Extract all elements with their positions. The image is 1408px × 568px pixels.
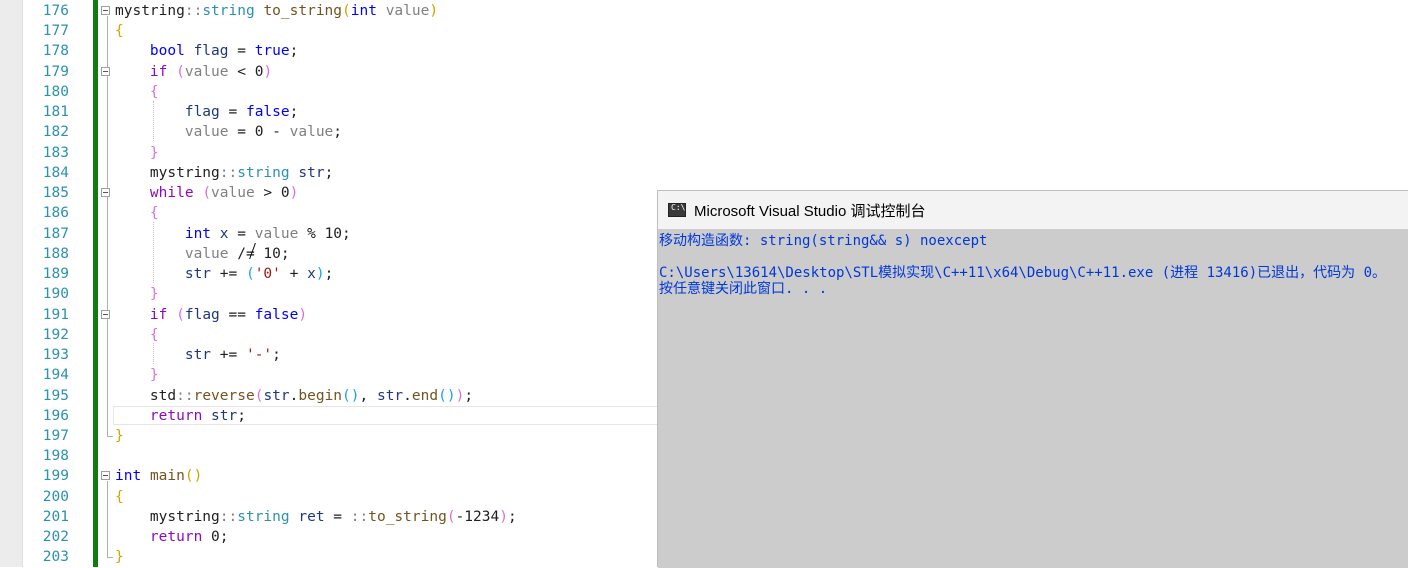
console-line: 按任意键关闭此窗口. . .	[659, 281, 828, 297]
line-number: 178	[42, 43, 69, 59]
line-number: 182	[42, 124, 69, 140]
console-line: 移动构造函数: string(string&& s) noexcept	[659, 233, 988, 249]
line-number: 179	[42, 64, 69, 80]
console-titlebar[interactable]: Microsoft Visual Studio 调试控制台	[658, 191, 1408, 229]
line-number: 195	[42, 388, 69, 404]
line-number: 189	[42, 266, 69, 282]
line-number: 193	[42, 347, 69, 363]
line-number: 187	[42, 226, 69, 242]
collapse-icon[interactable]	[101, 188, 110, 197]
console-output[interactable]: 移动构造函数: string(string&& s) noexcept C:\U…	[658, 229, 1408, 568]
code-line: 177 {	[0, 21, 1408, 41]
console-title: Microsoft Visual Studio 调试控制台	[694, 202, 926, 220]
line-number: 201	[42, 509, 69, 525]
code-line: 184 mystring::string str;	[0, 163, 1408, 183]
collapse-icon[interactable]	[101, 471, 110, 480]
line-number: 190	[42, 286, 69, 302]
line-number: 200	[42, 489, 69, 505]
line-number: 176	[42, 3, 69, 19]
debug-console-window[interactable]: Microsoft Visual Studio 调试控制台 移动构造函数: st…	[657, 190, 1408, 568]
line-number: 183	[42, 145, 69, 161]
line-number: 202	[42, 529, 69, 545]
collapse-icon[interactable]	[101, 6, 110, 15]
line-number: 196	[42, 408, 69, 424]
line-number: 199	[42, 468, 69, 484]
code-line: 181 flag = false;	[0, 102, 1408, 122]
line-number: 191	[42, 307, 69, 323]
line-number: 185	[42, 185, 69, 201]
code-line: 179 if (value < 0)	[0, 62, 1408, 82]
line-number: 192	[42, 327, 69, 343]
line-number: 197	[42, 428, 69, 444]
line-number: 184	[42, 165, 69, 181]
code-line: 178 bool flag = true;	[0, 41, 1408, 61]
line-number: 186	[42, 205, 69, 221]
code-line: 176 mystring::string to_string(int value…	[0, 1, 1408, 21]
line-number: 188	[42, 246, 69, 262]
line-number: 181	[42, 104, 69, 120]
line-number: 194	[42, 367, 69, 383]
collapse-icon[interactable]	[101, 67, 110, 76]
line-number: 203	[42, 549, 69, 565]
mouse-text-cursor	[245, 243, 259, 259]
code-line: 183 }	[0, 143, 1408, 163]
console-app-icon	[668, 203, 686, 217]
code-line: 182 value = 0 - value;	[0, 122, 1408, 142]
code-line: 180 {	[0, 82, 1408, 102]
line-number: 177	[42, 23, 69, 39]
line-number: 180	[42, 84, 69, 100]
collapse-icon[interactable]	[101, 310, 110, 319]
line-number: 198	[42, 448, 69, 464]
